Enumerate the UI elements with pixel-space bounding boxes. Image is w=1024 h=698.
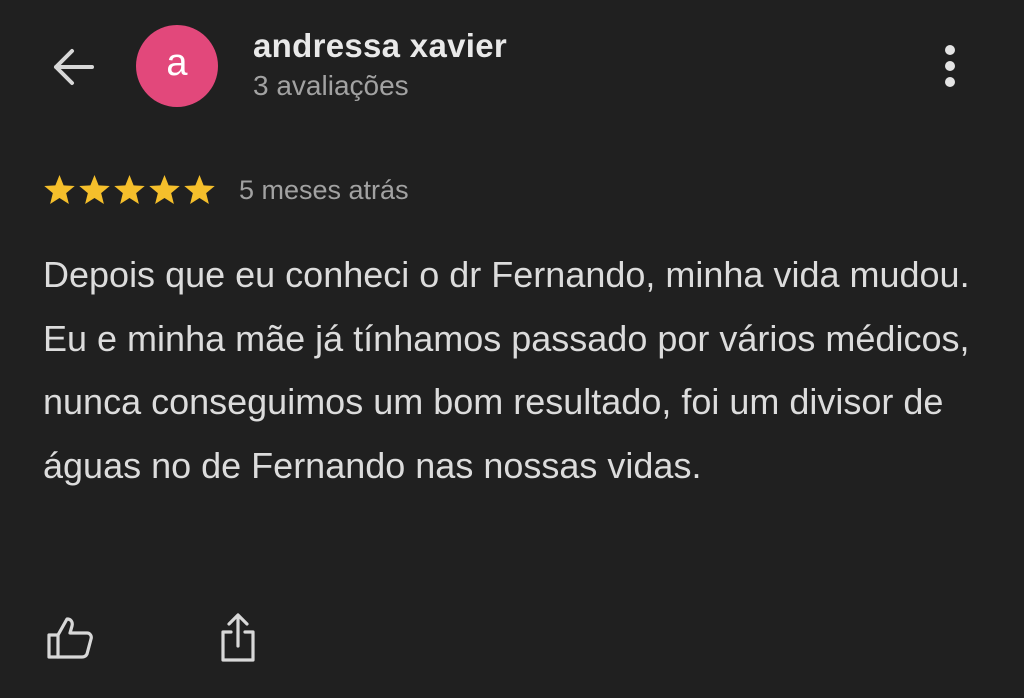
avatar[interactable]: a bbox=[136, 25, 218, 107]
star-icon bbox=[79, 175, 110, 204]
rating-row: 5 meses atrás bbox=[42, 172, 409, 208]
avatar-letter: a bbox=[166, 42, 188, 84]
author-name[interactable]: andressa xavier bbox=[253, 27, 507, 65]
like-button[interactable] bbox=[42, 610, 98, 666]
arrow-left-icon bbox=[54, 49, 94, 85]
star-icon bbox=[114, 175, 145, 204]
review-date: 5 meses atrás bbox=[239, 174, 409, 205]
share-button[interactable] bbox=[210, 608, 266, 668]
review-screen: a andressa xavier 3 avaliações 5 meses a… bbox=[0, 0, 1024, 698]
star-rating bbox=[42, 173, 217, 207]
thumbs-up-icon bbox=[47, 617, 93, 659]
star-icon bbox=[44, 175, 75, 204]
more-options-button[interactable] bbox=[928, 40, 972, 92]
author-review-count: 3 avaliações bbox=[253, 70, 409, 101]
star-icon bbox=[149, 175, 180, 204]
back-button[interactable] bbox=[46, 42, 100, 92]
share-icon bbox=[221, 613, 255, 662]
star-icon bbox=[184, 175, 215, 204]
more-vertical-icon bbox=[945, 45, 955, 87]
review-text: Depois que eu conheci o dr Fernando, min… bbox=[43, 254, 970, 486]
